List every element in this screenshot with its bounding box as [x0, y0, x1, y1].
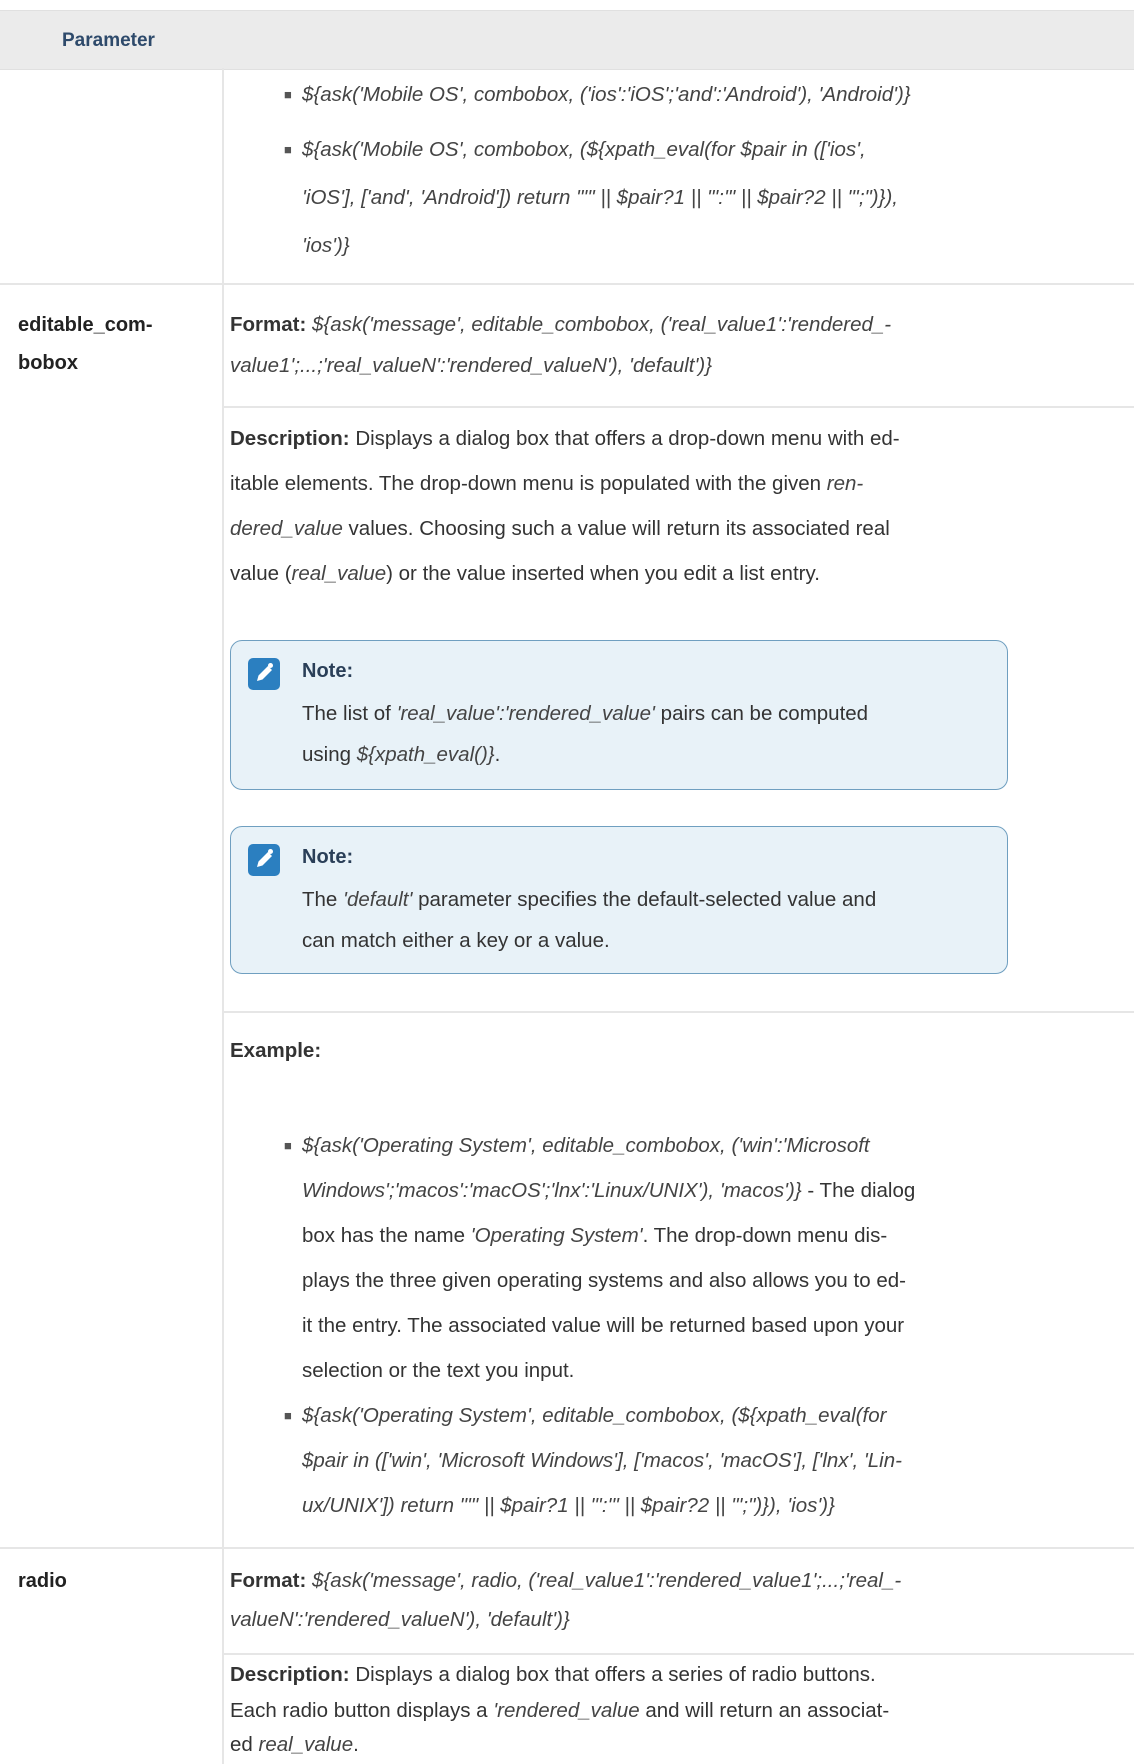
bullet: ■ — [284, 1138, 292, 1153]
row-divider — [222, 406, 1134, 408]
bullet: ■ — [284, 87, 292, 102]
bullet: ■ — [284, 142, 292, 157]
radio-description-line-3: ed real_value. — [230, 1733, 359, 1756]
combobox-example-2-line-3: 'ios')} — [302, 234, 350, 257]
header-parameter: Parameter — [62, 30, 155, 51]
editable-description-line-3: dered_value values. Choosing such a valu… — [230, 517, 890, 540]
editable-format-line-2: value1';...;'real_valueN':'rendered_valu… — [230, 354, 713, 377]
note-title: Note: — [302, 660, 354, 682]
row-divider — [0, 283, 1134, 285]
editable-example-2-line-2: $pair in (['win', 'Microsoft Windows'], … — [302, 1449, 902, 1472]
combobox-example-1: ${ask('Mobile OS', combobox, ('ios':'iOS… — [302, 83, 911, 106]
editable-format-line-1: Format: ${ask('message', editable_combob… — [230, 313, 892, 336]
editable-description-line-2: itable elements. The drop-down menu is p… — [230, 472, 864, 495]
editable-example-1-line-6: selection or the text you input. — [302, 1359, 575, 1382]
table-header: Parameter — [0, 10, 1134, 70]
combobox-example-2-line-2: 'iOS'], ['and', 'Android']) return "'" |… — [302, 186, 899, 209]
pencil-icon — [248, 844, 280, 876]
editable-example-1-line-3: box has the name 'Operating System'. The… — [302, 1224, 888, 1247]
row-divider — [0, 1547, 1134, 1549]
editable-description-line-4: value (real_value) or the value inserted… — [230, 562, 820, 585]
editable-example-1-line-2: Windows';'macos':'macOS';'lnx':'Linux/UN… — [302, 1179, 916, 1202]
row-divider — [222, 1011, 1134, 1013]
pencil-icon — [248, 658, 280, 690]
editable-example-1-line-1: ${ask('Operating System', editable_combo… — [302, 1134, 870, 1157]
editable-example-2-line-3: ux/UNIX']) return "'" || $pair?1 || "':'… — [302, 1494, 835, 1517]
editable-example-label: Example: — [230, 1039, 322, 1062]
param-name-editable-combobox: editable_com- bobox — [18, 314, 153, 374]
note-body-line-2: using ${xpath_eval()}. — [302, 743, 501, 766]
note-body-line-2: can match either a key or a value. — [302, 929, 610, 952]
radio-description-line-2: Each radio button displays a 'rendered_v… — [230, 1699, 890, 1722]
row-divider — [222, 1653, 1134, 1655]
column-divider — [222, 68, 224, 1764]
radio-format-line-2: valueN':'rendered_valueN'), 'default')} — [230, 1608, 570, 1631]
note-title: Note: — [302, 846, 354, 868]
radio-format-line-1: Format: ${ask('message', radio, ('real_v… — [230, 1569, 902, 1592]
bullet: ■ — [284, 1408, 292, 1423]
editable-example-1-line-5: it the entry. The associated value will … — [302, 1314, 905, 1337]
note-body-line-1: The 'default' parameter specifies the de… — [302, 888, 877, 911]
note-box: Note: The 'default' parameter specifies … — [230, 826, 1008, 974]
note-body-line-1: The list of 'real_value':'rendered_value… — [302, 702, 869, 725]
editable-example-2-line-1: ${ask('Operating System', editable_combo… — [302, 1404, 887, 1427]
editable-description-line-1: Description: Displays a dialog box that … — [230, 427, 900, 450]
editable-example-1-line-4: plays the three given operating systems … — [302, 1269, 906, 1292]
combobox-example-2-line-1: ${ask('Mobile OS', combobox, (${xpath_ev… — [302, 138, 866, 161]
radio-description-line-1: Description: Displays a dialog box that … — [230, 1663, 876, 1686]
param-name-radio: radio — [18, 1570, 67, 1592]
note-box: Note: The list of 'real_value':'rendered… — [230, 640, 1008, 790]
